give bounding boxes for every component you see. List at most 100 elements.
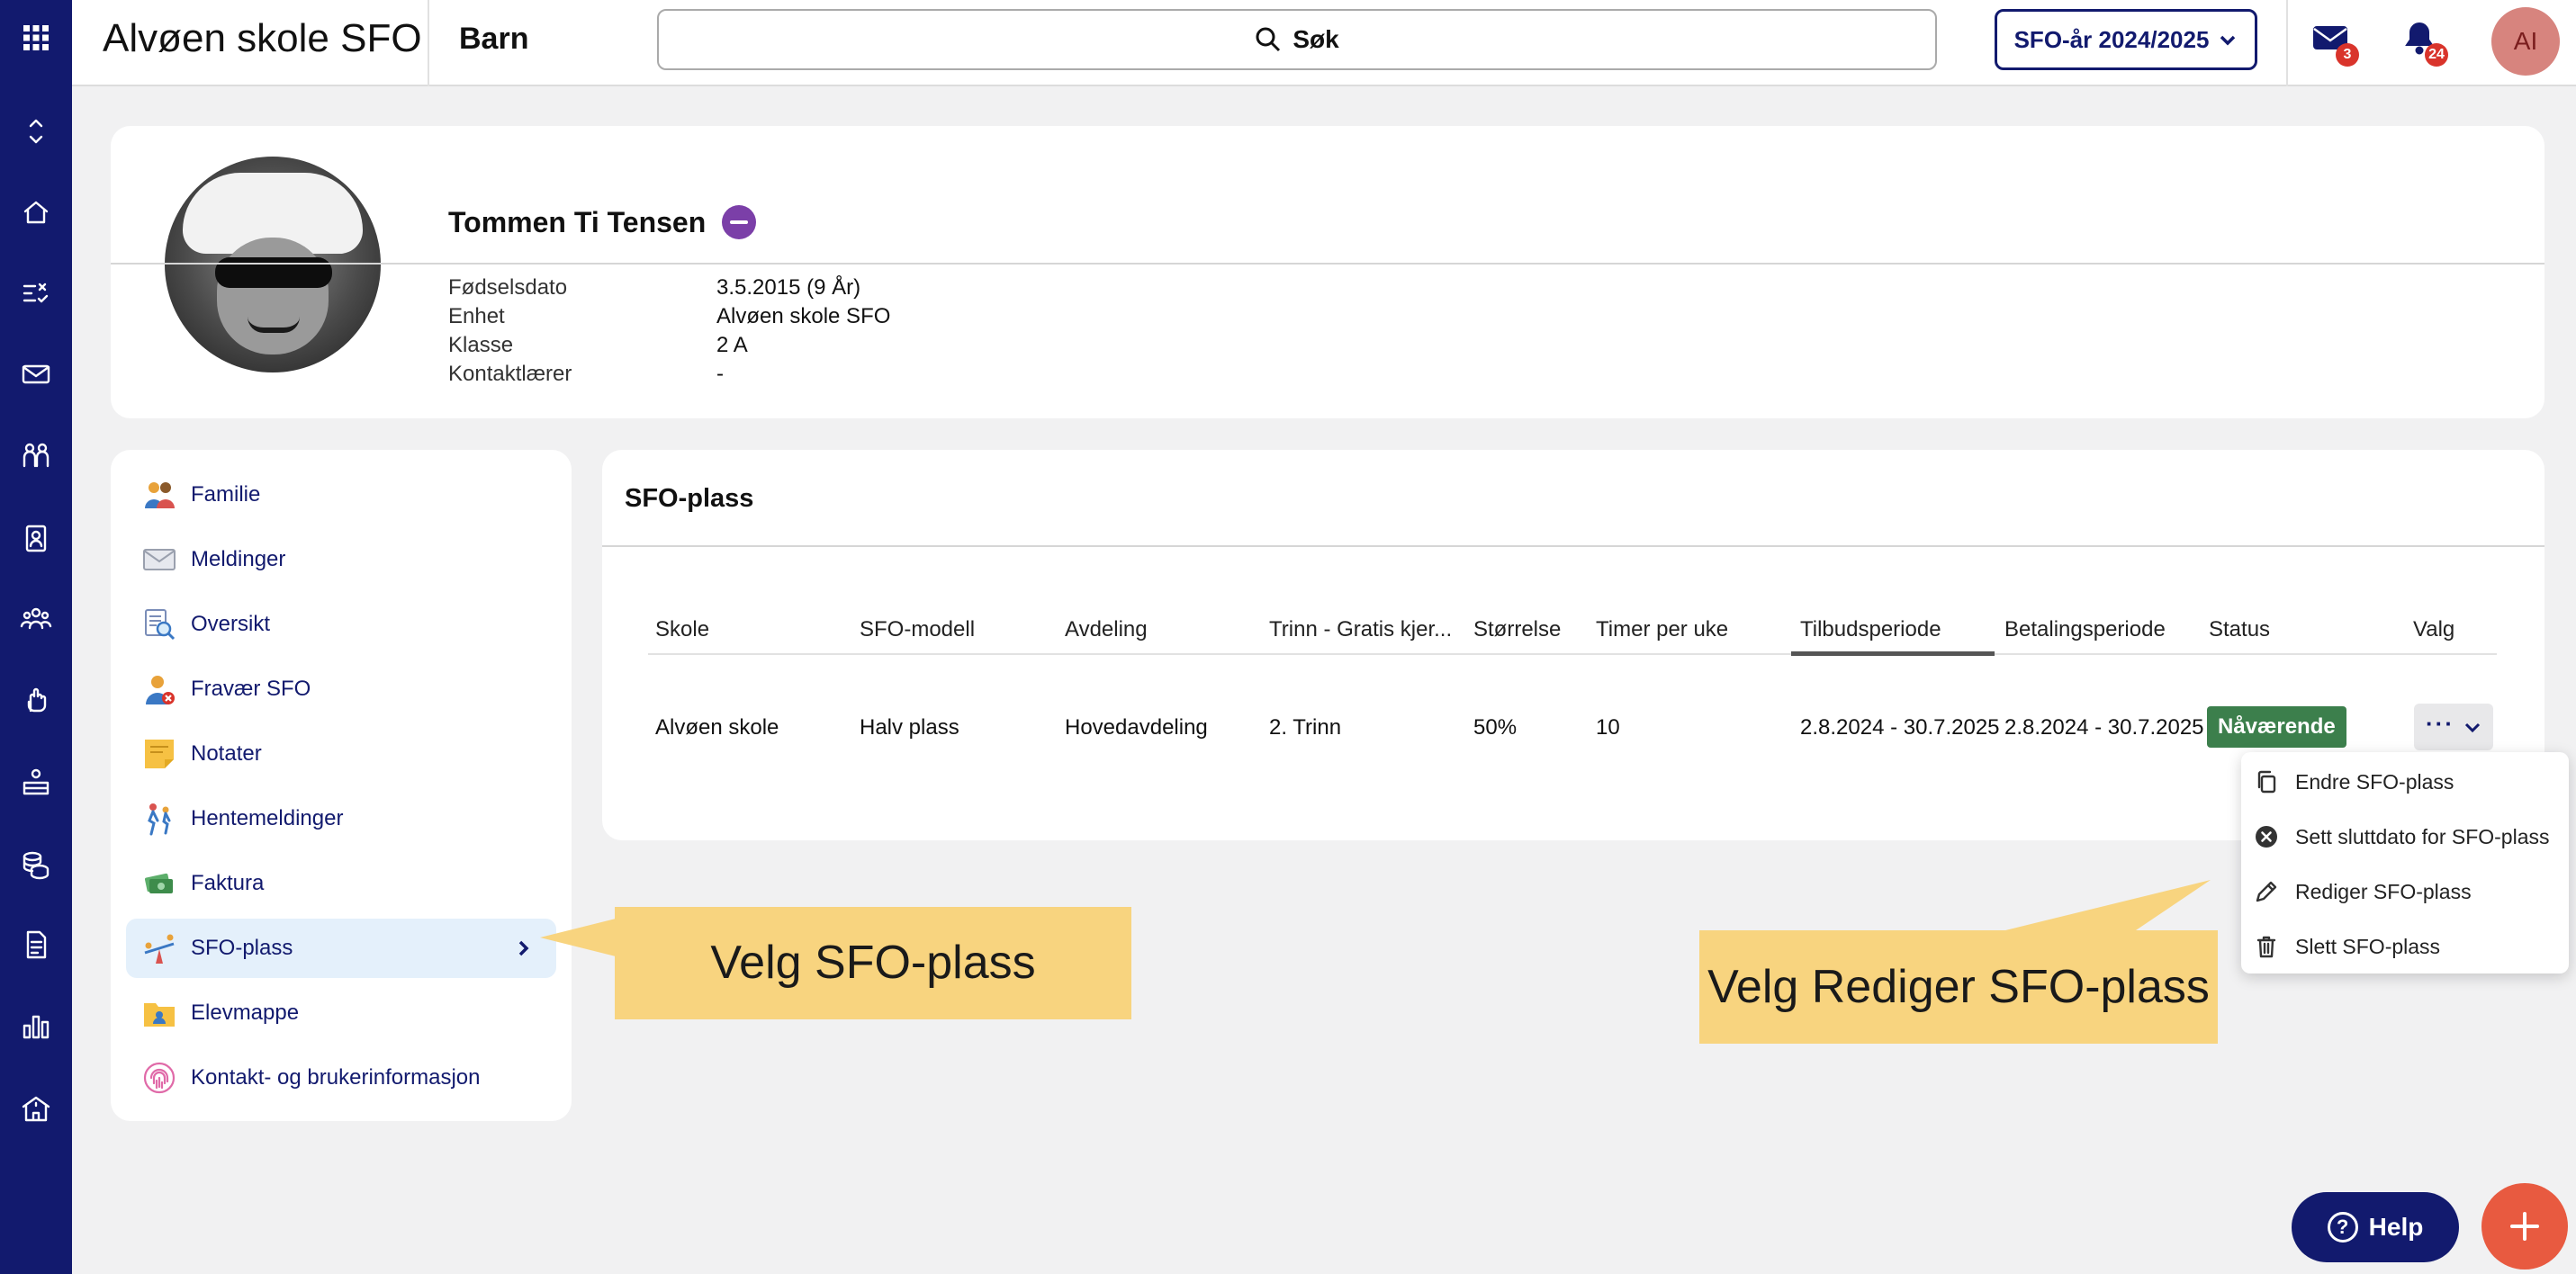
menu-item-endre-sfo-plass[interactable]: Endre SFO-plass — [2241, 755, 2569, 809]
divider — [2286, 0, 2288, 86]
divider — [428, 0, 429, 86]
plus-icon — [2510, 1212, 2539, 1241]
bar-chart-icon[interactable] — [0, 1000, 72, 1051]
nav-item-kontakt-brukerinformasjon[interactable]: Kontakt- og brukerinformasjon — [126, 1048, 556, 1108]
student-name-row: Tommen Ti Tensen — [448, 205, 757, 239]
row-actions-button[interactable]: ··· — [2414, 704, 2493, 750]
school-icon[interactable] — [0, 1083, 72, 1134]
add-button[interactable] — [2481, 1183, 2568, 1270]
menu-item-rediger-sfo-plass[interactable]: Rediger SFO-plass — [2241, 865, 2569, 919]
nav-item-label: Familie — [191, 482, 261, 507]
cell-trinn: 2. Trinn — [1269, 715, 1342, 740]
nav-item-notater[interactable]: Notater — [126, 724, 556, 784]
search-input[interactable]: Søk — [657, 9, 1937, 70]
nav-item-elevmappe[interactable]: Elevmappe — [126, 983, 556, 1043]
row-actions-menu: Endre SFO-plass Sett sluttdato for SFO-p… — [2241, 752, 2569, 973]
nav-item-fravaer-sfo[interactable]: Fravær SFO — [126, 659, 556, 719]
chevron-down-icon — [2220, 35, 2236, 46]
nav-item-hentemeldinger[interactable]: Hentemeldinger — [126, 789, 556, 848]
app-grid-icon[interactable] — [0, 13, 72, 63]
nav-item-label: Elevmappe — [191, 1000, 300, 1025]
info-value: 3.5.2015 (9 År) — [716, 275, 861, 300]
minus-circle-icon[interactable] — [722, 205, 757, 239]
info-label: Fødselsdato — [448, 275, 568, 300]
search-icon — [1256, 27, 1281, 52]
divider — [602, 545, 2544, 547]
student-name: Tommen Ti Tensen — [448, 205, 707, 238]
user-avatar[interactable]: AI — [2491, 7, 2560, 76]
badge-icon[interactable] — [0, 513, 72, 563]
cell-avdeling: Hovedavdeling — [1065, 715, 1208, 740]
cell-tilbudsperiode: 2.8.2024 - 30.7.2025 — [1800, 715, 2000, 740]
callout-pointer-right — [1998, 880, 2211, 932]
menu-item-sett-sluttdato[interactable]: Sett sluttdato for SFO-plass — [2241, 810, 2569, 864]
notifications-button[interactable]: 24 — [2400, 18, 2450, 68]
help-label: Help — [2368, 1213, 2424, 1241]
year-select[interactable]: SFO-år 2024/2025 — [1995, 9, 2257, 70]
group-icon[interactable] — [0, 594, 72, 644]
people-icon[interactable] — [0, 430, 72, 480]
info-label: Enhet — [448, 304, 505, 328]
cell-betalingsperiode: 2.8.2024 - 30.7.2025 — [2004, 715, 2204, 740]
chevron-right-icon — [513, 938, 533, 958]
student-photo — [165, 157, 381, 372]
nav-item-label: Kontakt- og brukerinformasjon — [191, 1065, 481, 1090]
nav-item-oversikt[interactable]: Oversikt — [126, 595, 556, 654]
home-icon[interactable] — [0, 187, 72, 238]
chevron-down-icon — [2464, 722, 2481, 733]
folder-icon — [140, 994, 178, 1032]
nav-item-familie[interactable]: Familie — [126, 465, 556, 525]
document-icon[interactable] — [0, 920, 72, 970]
column-header-skole[interactable]: Skole — [655, 617, 709, 642]
fingerprint-icon — [140, 1059, 178, 1097]
student-profile-card: Tommen Ti Tensen Fødselsdato 3.5.2015 (9… — [111, 126, 2544, 418]
expand-collapse-icon[interactable] — [0, 106, 72, 157]
info-row-class: Klasse 2 A — [448, 331, 890, 360]
nav-item-label: Faktura — [191, 871, 265, 895]
overview-icon — [140, 606, 178, 643]
table-header-divider — [648, 653, 2497, 655]
pickup-icon — [140, 800, 178, 838]
mail-icon[interactable] — [0, 349, 72, 399]
menu-item-label: Slett SFO-plass — [2295, 934, 2441, 958]
pencil-icon — [2252, 877, 2281, 906]
info-value: 2 A — [716, 333, 748, 357]
coins-icon[interactable] — [0, 839, 72, 889]
menu-item-label: Sett sluttdato for SFO-plass — [2295, 824, 2550, 848]
menu-item-slett-sfo-plass[interactable]: Slett SFO-plass — [2241, 920, 2569, 973]
notifications-count-badge: 24 — [2425, 43, 2448, 67]
nav-item-faktura[interactable]: Faktura — [126, 854, 556, 913]
desk-icon[interactable] — [0, 758, 72, 808]
column-header-timer-per-uke[interactable]: Timer per uke — [1596, 617, 1728, 642]
absence-icon — [140, 670, 178, 708]
messages-count-badge: 3 — [2336, 43, 2359, 67]
info-row-birthdate: Fødselsdato 3.5.2015 (9 År) — [448, 274, 890, 302]
nav-item-label: Fravær SFO — [191, 677, 311, 701]
instruction-callout: Velg SFO-plass — [615, 907, 1131, 1019]
column-header-sfo-modell[interactable]: SFO-modell — [860, 617, 975, 642]
menu-item-label: Rediger SFO-plass — [2295, 879, 2472, 903]
app-title: Alvøen skole SFO — [103, 16, 422, 60]
sfo-card-title: SFO-plass — [625, 484, 754, 513]
circle-x-icon — [2252, 822, 2281, 851]
messages-button[interactable]: 3 — [2310, 18, 2361, 68]
column-header-storrelse[interactable]: Størrelse — [1473, 617, 1561, 642]
nav-item-sfo-plass[interactable]: SFO-plass — [126, 919, 556, 978]
top-bar: Alvøen skole SFO Barn Søk SFO-år 2024/20… — [72, 0, 2576, 86]
column-header-avdeling[interactable]: Avdeling — [1065, 617, 1148, 642]
nav-item-meldinger[interactable]: Meldinger — [126, 530, 556, 589]
info-label: Kontaktlærer — [448, 362, 572, 386]
column-header-betalingsperiode[interactable]: Betalingsperiode — [2004, 617, 2166, 642]
year-select-label: SFO-år 2024/2025 — [2013, 25, 2210, 53]
help-button[interactable]: ? Help — [2292, 1192, 2459, 1262]
left-rail — [0, 0, 72, 1274]
column-header-status[interactable]: Status — [2209, 617, 2270, 642]
column-header-tilbudsperiode[interactable]: Tilbudsperiode — [1800, 617, 1941, 642]
column-header-trinn[interactable]: Trinn - Gratis kjer... — [1269, 617, 1452, 642]
column-header-valg: Valg — [2413, 617, 2455, 641]
tasks-icon[interactable] — [0, 268, 72, 318]
menu-item-label: Endre SFO-plass — [2295, 769, 2454, 794]
more-icon: ··· — [2426, 709, 2454, 737]
nav-item-label: Meldinger — [191, 547, 286, 571]
hand-icon[interactable] — [0, 675, 72, 725]
